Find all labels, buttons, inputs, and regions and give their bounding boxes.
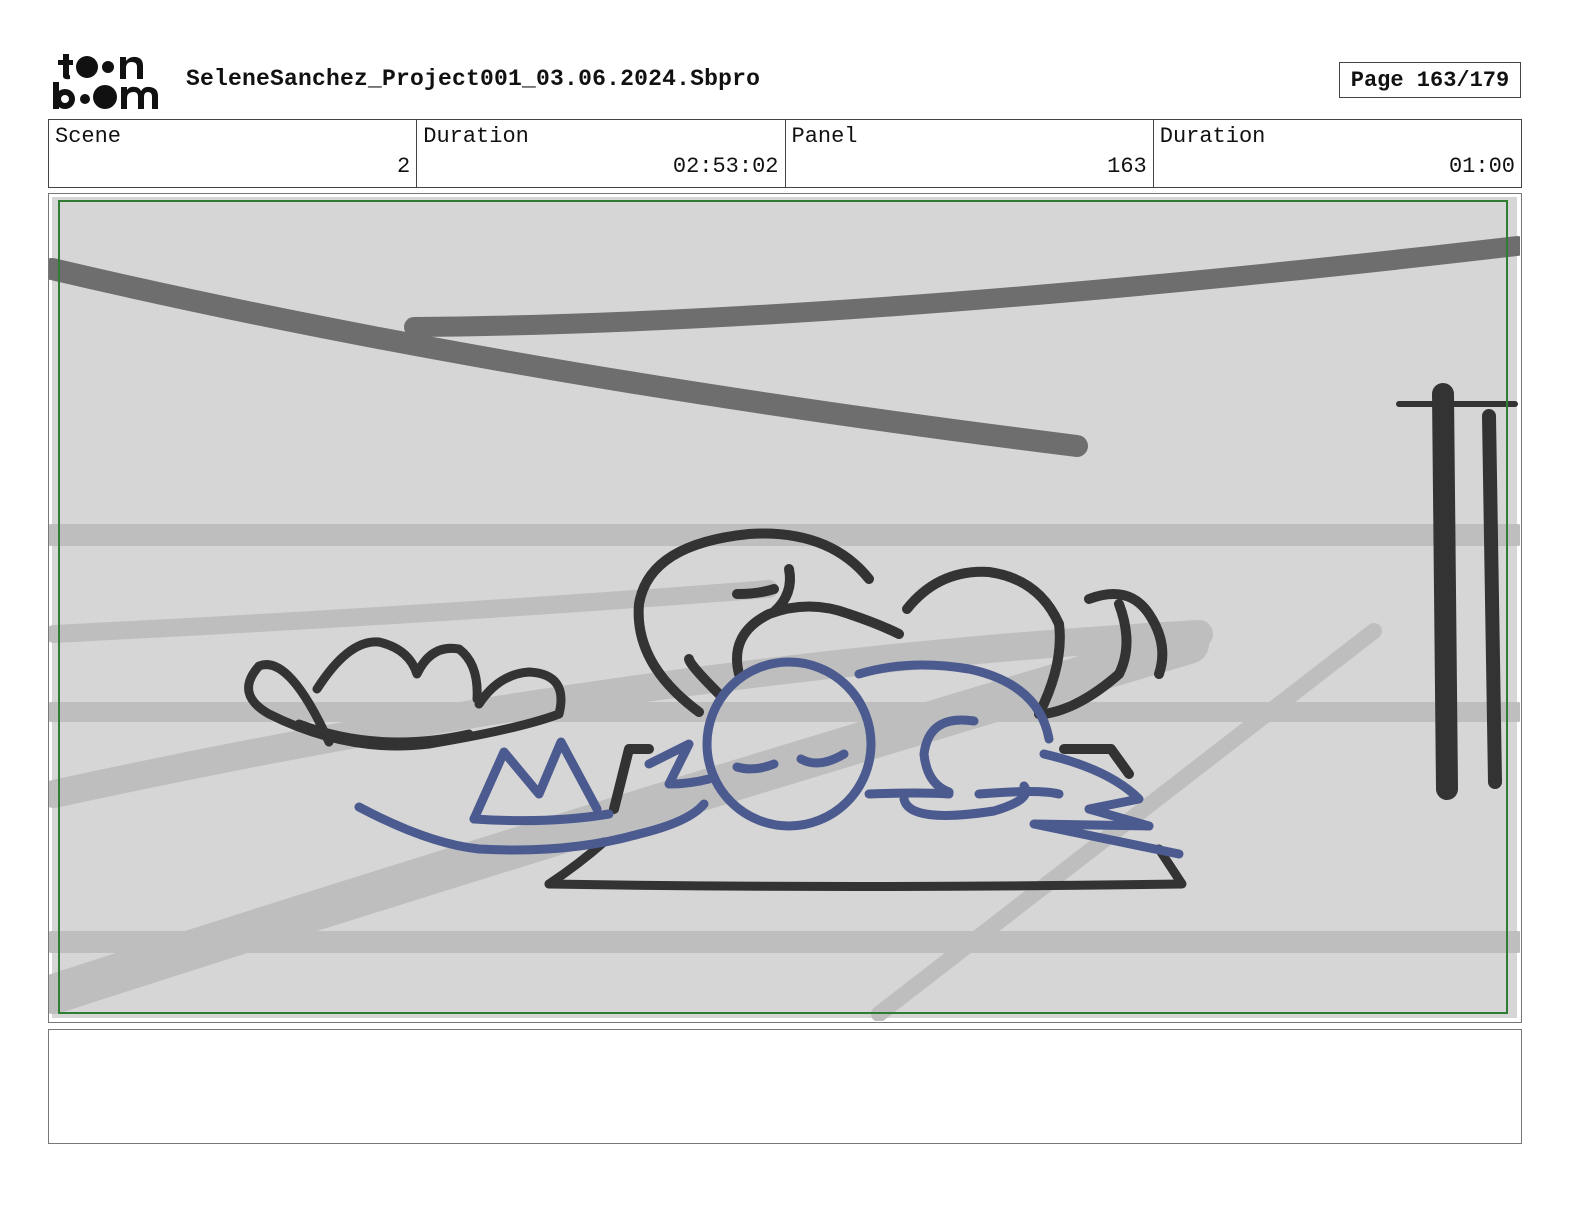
scene-duration-value: 02:53:02	[672, 154, 779, 179]
scene-value: 2	[397, 154, 411, 179]
scene-label: Scene	[55, 124, 122, 149]
project-filename: SeleneSanchez_Project001_03.06.2024.Sbpr…	[186, 66, 761, 92]
scene-duration-label: Duration	[423, 124, 529, 149]
panel-duration-value: 01:00	[1448, 154, 1515, 179]
panel-duration-cell: Duration 01:00	[1154, 120, 1521, 187]
scene-cell: Scene 2	[49, 120, 418, 187]
panel-sketch	[49, 197, 1520, 1021]
panel-cell: Panel 163	[786, 120, 1154, 187]
panel-duration-label: Duration	[1159, 124, 1266, 149]
storyboard-panel	[48, 193, 1522, 1023]
panel-info-table: Scene 2 Duration 02:53:02 Panel 163 Dura…	[48, 119, 1522, 188]
scene-duration-cell: Duration 02:53:02	[417, 120, 786, 187]
panel-label: Panel	[791, 124, 858, 149]
toon-boom-logo	[52, 52, 164, 110]
page-indicator: Page 163/179	[1339, 62, 1521, 98]
panel-value: 163	[1107, 154, 1147, 179]
panel-notes-box[interactable]	[48, 1029, 1522, 1144]
